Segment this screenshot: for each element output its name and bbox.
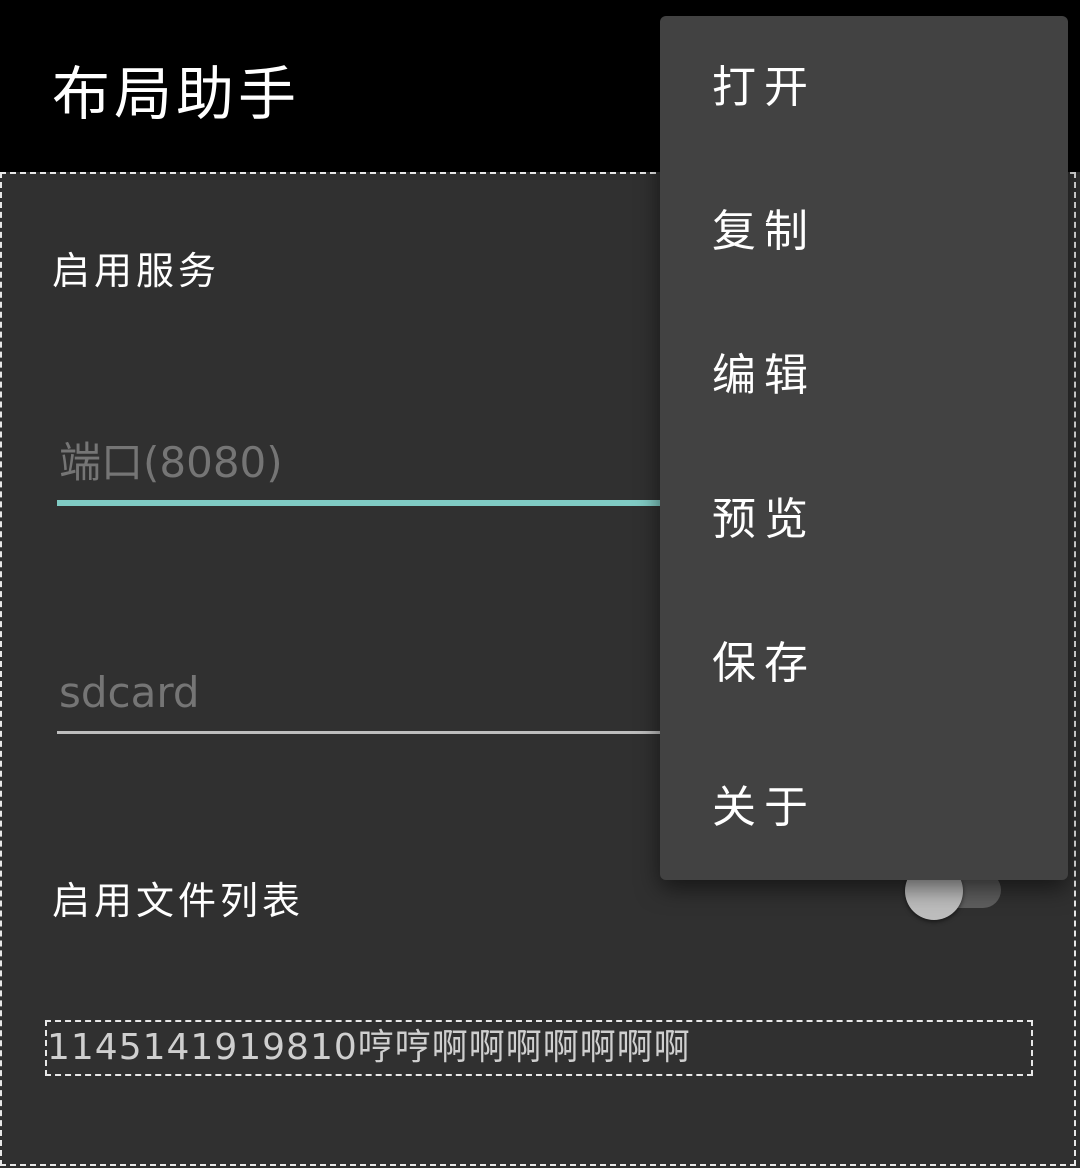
menu-item-label: 预览 <box>712 494 816 545</box>
menu-item-label: 编辑 <box>712 350 816 401</box>
app-title: 布局助手 <box>52 60 301 128</box>
menu-item-preview[interactable]: 预览 <box>660 448 1068 592</box>
enable-service-label: 启用服务 <box>52 249 221 293</box>
menu-item-label: 关于 <box>712 782 816 833</box>
menu-item-open[interactable]: 打开 <box>660 16 1068 160</box>
menu-item-label: 打开 <box>712 62 816 113</box>
menu-item-edit[interactable]: 编辑 <box>660 304 1068 448</box>
menu-item-label: 复制 <box>712 206 816 257</box>
enable-file-list-label: 启用文件列表 <box>52 879 305 923</box>
menu-item-save[interactable]: 保存 <box>660 592 1068 736</box>
menu-item-about[interactable]: 关于 <box>660 736 1068 880</box>
sample-text-view: 1145141919810哼哼啊啊啊啊啊啊啊 <box>45 1020 1033 1076</box>
menu-item-label: 保存 <box>712 638 816 689</box>
menu-item-copy[interactable]: 复制 <box>660 160 1068 304</box>
overflow-menu: 打开 复制 编辑 预览 保存 关于 <box>660 16 1068 880</box>
